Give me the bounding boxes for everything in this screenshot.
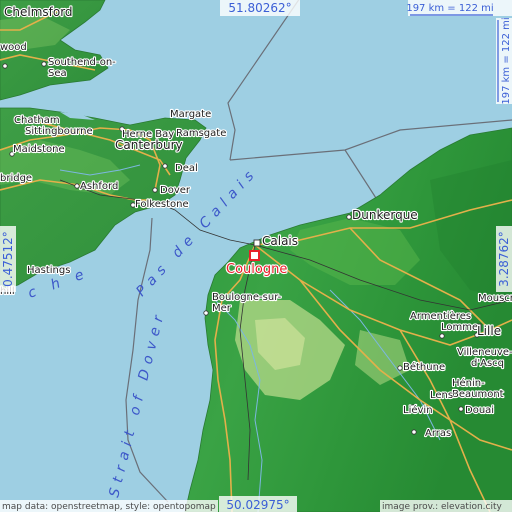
place-chatham: Chatham xyxy=(14,115,60,126)
place-douai: Douai xyxy=(465,405,494,416)
location-marker xyxy=(249,250,260,261)
place-lens: Lens xyxy=(430,390,453,401)
place-deal: Deal xyxy=(175,163,198,174)
svg-text:3.28762°: 3.28762° xyxy=(497,231,511,287)
place-folkestone: Folkestone xyxy=(135,199,189,210)
coord-east: 3.28762° xyxy=(496,226,512,292)
place-lomme: Lomme xyxy=(441,322,478,333)
place-armentieres: Armentières xyxy=(410,310,471,322)
place-henin: Hénin- xyxy=(452,377,485,389)
coord-north: 51.80262° xyxy=(220,0,300,16)
place-sittingbourne: Sittingbourne xyxy=(25,126,93,137)
place-lievin: Liévin xyxy=(403,404,433,416)
svg-text:0.47512°: 0.47512° xyxy=(1,231,15,287)
svg-text:map data: openstreetmap, style: map data: openstreetmap, style: opentopo… xyxy=(2,502,216,512)
place-mouscron: Mouscro xyxy=(478,293,512,304)
place-hastings: Hastings xyxy=(27,265,70,276)
place-bridge: bridge xyxy=(0,173,32,184)
place-ramsgate: Ramsgate xyxy=(176,128,226,139)
place-dover: Dover xyxy=(160,185,191,196)
scale-right: 197 km = 122 mi xyxy=(496,17,512,105)
place-villeneuve: Villeneuve- xyxy=(457,347,512,358)
place-arras: Arras xyxy=(425,428,451,439)
svg-text:image prov.: elevation.city: image prov.: elevation.city xyxy=(382,502,502,512)
place-coulogne: Coulogne xyxy=(226,262,287,277)
place-henin-2: Beaumont xyxy=(452,389,504,400)
place-lille: Lille xyxy=(477,324,501,338)
svg-text:197 km = 122 mi: 197 km = 122 mi xyxy=(501,17,512,104)
terrain-map: Pas de Calais Strait of Dover c h e Chel… xyxy=(0,0,512,512)
place-maidstone: Maidstone xyxy=(13,144,65,155)
place-dunkerque: Dunkerque xyxy=(352,208,418,222)
coord-west: 0.47512° xyxy=(0,226,16,292)
coord-south: 50.02975° xyxy=(219,496,297,512)
place-canterbury: Canterbury xyxy=(115,138,183,152)
place-villeneuve-2: d'Ascq xyxy=(471,358,504,369)
place-bethune: Béthune xyxy=(403,361,445,373)
svg-text:50.02975°: 50.02975° xyxy=(226,498,289,512)
place-southend: Southend-on- xyxy=(48,57,116,68)
svg-text:51.80262°: 51.80262° xyxy=(228,1,291,15)
place-southend-2: Sea xyxy=(48,68,67,79)
place-margate: Margate xyxy=(170,109,211,120)
place-ashford: Ashford xyxy=(80,181,118,192)
scale-top: 197 km = 122 mi xyxy=(406,0,512,16)
place-boulogne-2: Mer xyxy=(212,303,232,314)
place-wood: wood xyxy=(0,42,27,53)
place-boulogne: Boulogne-sur- xyxy=(212,292,282,303)
place-chelmsford: Chelmsford xyxy=(4,5,73,19)
svg-text:197 km = 122 mi: 197 km = 122 mi xyxy=(406,3,493,14)
place-calais: Calais xyxy=(262,234,298,248)
